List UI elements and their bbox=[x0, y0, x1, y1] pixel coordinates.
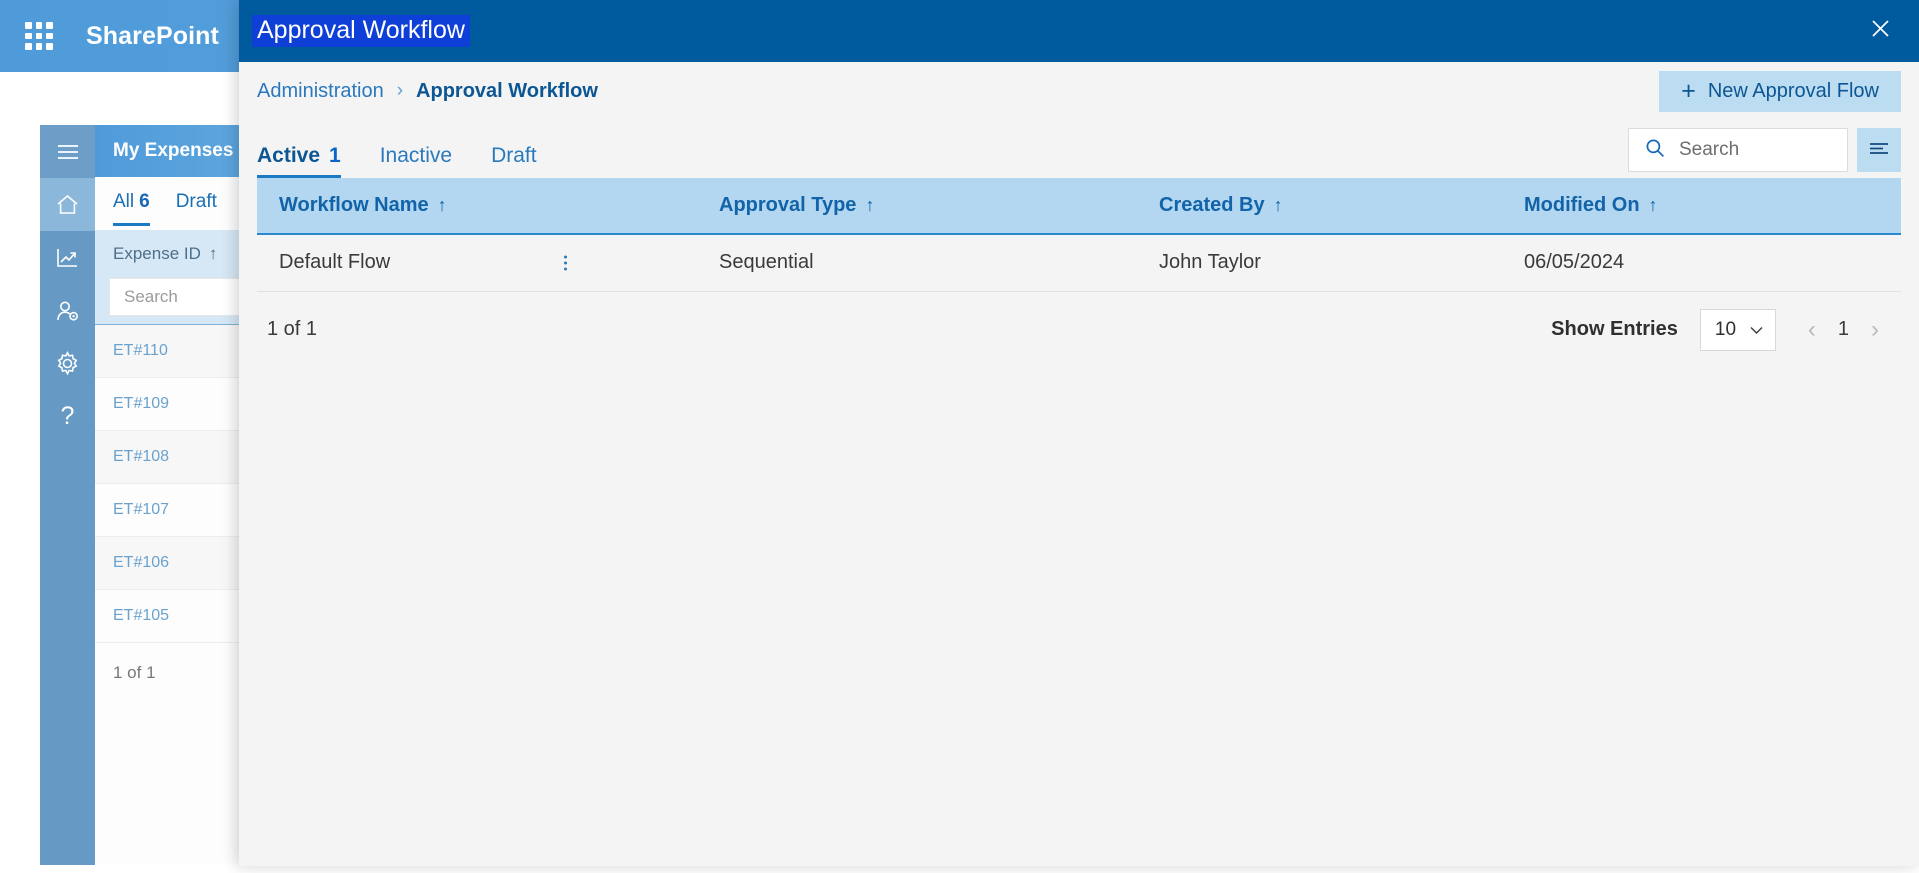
dialog-header: Approval Workflow bbox=[239, 0, 1919, 62]
column-header-workflow-name[interactable]: Workflow Name ↑ bbox=[257, 178, 697, 235]
column-header-workflow-name-label: Workflow Name bbox=[279, 194, 429, 216]
plus-icon: + bbox=[1681, 76, 1696, 105]
hamburger-icon bbox=[56, 143, 80, 161]
column-header-approval-type-label: Approval Type bbox=[719, 194, 857, 216]
close-button[interactable] bbox=[1863, 14, 1897, 48]
search-placeholder-label: Search bbox=[1679, 139, 1740, 160]
kebab-menu-icon[interactable] bbox=[564, 255, 567, 271]
workflow-name-value: Default Flow bbox=[279, 251, 391, 274]
page-navigation: ‹ 1 › bbox=[1808, 317, 1879, 342]
search-icon bbox=[1645, 138, 1665, 163]
sort-arrow-icon: ↑ bbox=[865, 195, 875, 215]
close-icon bbox=[1870, 18, 1891, 44]
sharepoint-brand-label[interactable]: SharePoint bbox=[86, 22, 219, 51]
expense-id-label: Expense ID bbox=[113, 244, 201, 263]
new-approval-flow-label: New Approval Flow bbox=[1707, 79, 1879, 102]
screen-root: SharePoint ? My Expenses All 6 Draft Exp… bbox=[0, 0, 1919, 873]
tab-active-badge: 1 bbox=[329, 144, 341, 167]
column-header-modified-on[interactable]: Modified On ↑ bbox=[1502, 178, 1901, 235]
current-page-number[interactable]: 1 bbox=[1838, 318, 1849, 341]
approval-workflow-dialog: Approval Workflow Administration › Appro… bbox=[239, 0, 1919, 866]
tab-list: Active 1 Inactive Draft bbox=[257, 144, 537, 178]
cell-workflow-name: Default Flow bbox=[257, 234, 697, 292]
column-header-created-by-label: Created By bbox=[1159, 194, 1265, 216]
sidebar-item-settings[interactable] bbox=[40, 337, 95, 390]
sort-arrow-icon: ↑ bbox=[1648, 195, 1658, 215]
question-mark-icon: ? bbox=[60, 402, 75, 430]
workflow-status-tabs: Active 1 Inactive Draft Search bbox=[239, 120, 1919, 178]
app-launcher-icon[interactable] bbox=[22, 19, 56, 53]
tab-active-label: Active bbox=[257, 144, 321, 167]
expenses-tab-all[interactable]: All 6 bbox=[113, 190, 150, 226]
left-nav-rail: ? bbox=[40, 125, 95, 865]
gear-icon bbox=[55, 351, 80, 376]
tab-inactive-label: Inactive bbox=[379, 144, 453, 167]
search-input[interactable]: Search bbox=[1628, 128, 1848, 172]
tab-draft-label: Draft bbox=[491, 144, 537, 167]
cell-approval-type: Sequential bbox=[697, 234, 1137, 292]
previous-page-button[interactable]: ‹ bbox=[1808, 317, 1816, 342]
home-icon bbox=[55, 193, 80, 216]
table-footer: 1 of 1 Show Entries 10 ‹ 1 › bbox=[239, 292, 1919, 368]
user-gear-icon bbox=[55, 299, 81, 323]
dialog-title: Approval Workflow bbox=[252, 15, 470, 47]
breadcrumb: Administration › Approval Workflow + New… bbox=[239, 62, 1919, 120]
next-page-button[interactable]: › bbox=[1871, 317, 1879, 342]
table-row[interactable]: Default Flow Sequential John Taylor 06/0… bbox=[257, 234, 1901, 292]
cell-created-by: John Taylor bbox=[1137, 234, 1502, 292]
tab-inactive[interactable]: Inactive bbox=[380, 144, 452, 178]
entries-per-page-value: 10 bbox=[1714, 318, 1737, 340]
filter-lines-icon bbox=[1868, 140, 1890, 161]
expenses-tab-draft-label: Draft bbox=[175, 190, 217, 212]
sort-arrow-icon: ↑ bbox=[208, 244, 218, 263]
sidebar-item-analytics[interactable] bbox=[40, 231, 95, 284]
table-header-row: Workflow Name ↑ Approval Type ↑ Created By… bbox=[257, 178, 1901, 235]
expenses-tab-all-label: All bbox=[113, 190, 135, 212]
sidebar-item-help[interactable]: ? bbox=[40, 390, 95, 443]
expenses-tab-all-count: 6 bbox=[139, 190, 150, 212]
breadcrumb-parent[interactable]: Administration bbox=[257, 80, 384, 103]
sort-arrow-icon: ↑ bbox=[1273, 195, 1283, 215]
column-header-modified-on-label: Modified On bbox=[1524, 194, 1640, 216]
new-approval-flow-button[interactable]: + New Approval Flow bbox=[1659, 70, 1901, 112]
approval-workflow-table: Workflow Name ↑ Approval Type ↑ Created By… bbox=[257, 178, 1901, 292]
tab-active[interactable]: Active 1 bbox=[257, 144, 341, 178]
sort-arrow-icon: ↑ bbox=[437, 195, 447, 215]
filter-button[interactable] bbox=[1857, 128, 1901, 172]
table-toolbar: Search bbox=[1628, 128, 1901, 178]
pagination-count: 1 of 1 bbox=[267, 318, 318, 340]
hamburger-menu-button[interactable] bbox=[40, 125, 95, 178]
chevron-down-icon bbox=[1749, 319, 1764, 341]
tab-draft[interactable]: Draft bbox=[491, 144, 537, 178]
column-header-created-by[interactable]: Created By ↑ bbox=[1137, 178, 1502, 235]
expenses-tab-draft[interactable]: Draft bbox=[176, 191, 217, 217]
cell-modified-on: 06/05/2024 bbox=[1502, 234, 1901, 292]
breadcrumb-separator-icon: › bbox=[396, 80, 404, 101]
sidebar-item-home[interactable] bbox=[40, 178, 95, 231]
sidebar-item-user-settings[interactable] bbox=[40, 284, 95, 337]
pagination-controls: Show Entries 10 ‹ 1 › bbox=[1551, 308, 1879, 351]
chart-line-icon bbox=[55, 246, 80, 269]
column-header-approval-type[interactable]: Approval Type ↑ bbox=[697, 178, 1137, 235]
show-entries-label: Show Entries bbox=[1551, 318, 1678, 340]
entries-per-page-select[interactable]: 10 bbox=[1699, 308, 1776, 351]
breadcrumb-current: Approval Workflow bbox=[416, 79, 598, 102]
